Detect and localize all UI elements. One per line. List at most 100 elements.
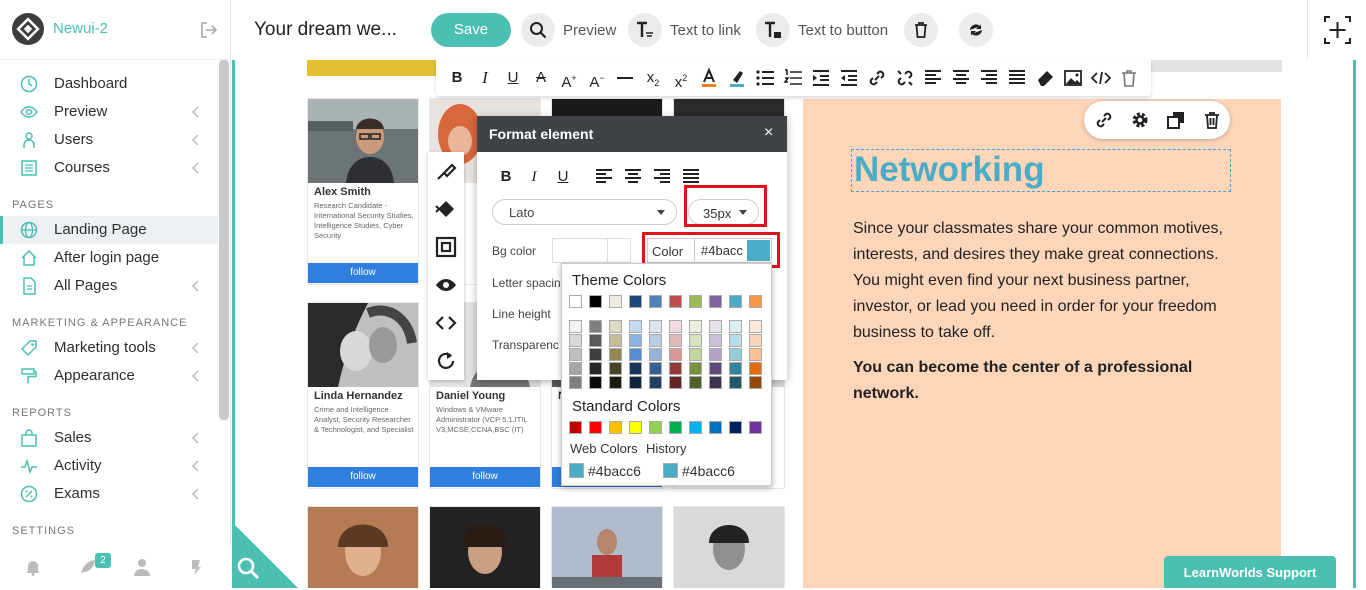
align-justify-icon[interactable] xyxy=(682,168,700,186)
yellow-element[interactable] xyxy=(307,60,442,76)
code-icon[interactable] xyxy=(435,312,457,334)
bg-color-swatch[interactable] xyxy=(607,238,631,263)
theme-shade-swatch[interactable] xyxy=(669,362,682,375)
numbered-list-icon[interactable] xyxy=(783,68,803,88)
trash-icon[interactable] xyxy=(1119,68,1139,88)
theme-shade-swatch[interactable] xyxy=(569,362,582,375)
close-icon[interactable]: × xyxy=(764,124,773,142)
sidebar-item-sales[interactable]: Sales xyxy=(0,424,218,452)
follow-button[interactable]: follow xyxy=(308,263,418,283)
theme-shade-swatch[interactable] xyxy=(629,348,642,361)
code-icon[interactable] xyxy=(1091,68,1111,88)
theme-color-swatch[interactable] xyxy=(669,295,682,308)
theme-shade-swatch[interactable] xyxy=(709,376,722,389)
theme-shade-swatch[interactable] xyxy=(689,334,702,347)
theme-shade-swatch[interactable] xyxy=(569,348,582,361)
standard-color-swatch[interactable] xyxy=(689,421,702,434)
theme-shade-swatch[interactable] xyxy=(669,320,682,333)
theme-shade-swatch[interactable] xyxy=(729,348,742,361)
increase-font-button[interactable]: A+ xyxy=(559,68,579,91)
theme-shade-swatch[interactable] xyxy=(649,348,662,361)
theme-shade-swatch[interactable] xyxy=(589,362,602,375)
standard-color-swatch[interactable] xyxy=(569,421,582,434)
indent-icon[interactable] xyxy=(811,68,831,88)
theme-shade-swatch[interactable] xyxy=(609,320,622,333)
theme-shade-swatch[interactable] xyxy=(609,362,622,375)
preview-button[interactable]: Preview xyxy=(521,13,616,47)
theme-color-swatch[interactable] xyxy=(629,295,642,308)
brush-icon[interactable] xyxy=(435,160,457,182)
add-section-button[interactable] xyxy=(1307,0,1366,60)
theme-shade-swatch[interactable] xyxy=(669,334,682,347)
underline-button[interactable]: U xyxy=(503,68,523,88)
brand-logo[interactable] xyxy=(12,13,44,45)
grey-element[interactable] xyxy=(1147,60,1282,72)
align-right-icon[interactable] xyxy=(653,168,671,186)
outdent-icon[interactable] xyxy=(839,68,859,88)
bullet-list-icon[interactable] xyxy=(755,68,775,88)
theme-shade-swatch[interactable] xyxy=(649,320,662,333)
unlink-icon[interactable] xyxy=(895,68,915,88)
theme-color-swatch[interactable] xyxy=(749,295,762,308)
theme-shade-swatch[interactable] xyxy=(669,348,682,361)
theme-shade-swatch[interactable] xyxy=(689,376,702,389)
theme-shade-swatch[interactable] xyxy=(609,348,622,361)
panel-header[interactable]: Format element × xyxy=(477,116,787,152)
theme-shade-swatch[interactable] xyxy=(609,376,622,389)
highlight-icon[interactable] xyxy=(727,68,747,88)
image-icon[interactable] xyxy=(1063,68,1083,88)
diamond-fill-icon[interactable] xyxy=(435,198,457,220)
gear-icon[interactable] xyxy=(1130,110,1150,130)
sidebar-item-after-login-page[interactable]: After login page xyxy=(0,244,218,272)
theme-color-swatch[interactable] xyxy=(649,295,662,308)
profile-card[interactable] xyxy=(307,506,419,588)
sidebar-scrollbar[interactable] xyxy=(219,60,229,420)
theme-shade-swatch[interactable] xyxy=(589,320,602,333)
border-icon[interactable] xyxy=(435,236,457,258)
theme-shade-swatch[interactable] xyxy=(749,348,762,361)
standard-color-swatch[interactable] xyxy=(589,421,602,434)
eye-icon[interactable] xyxy=(435,274,457,296)
theme-shade-swatch[interactable] xyxy=(749,320,762,333)
swap-button[interactable] xyxy=(959,13,993,47)
theme-shade-swatch[interactable] xyxy=(729,376,742,389)
bold-paragraph[interactable]: You can become the center of a professio… xyxy=(853,355,1243,407)
theme-shade-swatch[interactable] xyxy=(629,334,642,347)
theme-shade-swatch[interactable] xyxy=(729,320,742,333)
theme-color-swatch[interactable] xyxy=(569,295,582,308)
theme-shade-swatch[interactable] xyxy=(689,348,702,361)
sidebar-item-dashboard[interactable]: Dashboard xyxy=(0,70,218,98)
sidebar-item-courses[interactable]: Courses xyxy=(0,154,218,182)
standard-color-swatch[interactable] xyxy=(649,421,662,434)
theme-shade-swatch[interactable] xyxy=(689,362,702,375)
logout-icon[interactable] xyxy=(200,21,218,39)
standard-color-swatch[interactable] xyxy=(729,421,742,434)
trash-icon[interactable] xyxy=(1202,110,1222,130)
align-right-icon[interactable] xyxy=(979,68,999,88)
theme-shade-swatch[interactable] xyxy=(569,320,582,333)
brand-name[interactable]: Newui-2 xyxy=(53,20,108,37)
page-title[interactable]: Your dream we... xyxy=(254,19,397,41)
sidebar-item-exams[interactable]: Exams xyxy=(0,480,218,508)
standard-color-swatch[interactable] xyxy=(629,421,642,434)
profile-card[interactable]: Linda Hernandez Crime and Intelligence A… xyxy=(307,302,419,489)
reset-icon[interactable] xyxy=(435,350,457,372)
standard-color-swatch[interactable] xyxy=(709,421,722,434)
strikethrough-button[interactable]: A xyxy=(531,68,551,88)
theme-color-swatch[interactable] xyxy=(689,295,702,308)
theme-shade-swatch[interactable] xyxy=(649,362,662,375)
theme-shade-swatch[interactable] xyxy=(709,334,722,347)
search-corner-button[interactable] xyxy=(232,522,298,588)
subscript-button[interactable]: x2 xyxy=(643,68,663,88)
networking-heading[interactable]: Networking xyxy=(851,149,1231,192)
bold-button[interactable]: B xyxy=(447,68,467,88)
bell-icon[interactable] xyxy=(24,558,42,576)
superscript-button[interactable]: x2 xyxy=(671,68,691,91)
bold-button[interactable]: B xyxy=(497,168,515,186)
theme-shade-swatch[interactable] xyxy=(569,334,582,347)
align-left-icon[interactable] xyxy=(595,168,613,186)
theme-shade-swatch[interactable] xyxy=(669,376,682,389)
standard-color-swatch[interactable] xyxy=(669,421,682,434)
theme-shade-swatch[interactable] xyxy=(709,348,722,361)
body-paragraph[interactable]: Since your classmates share your common … xyxy=(853,216,1243,346)
